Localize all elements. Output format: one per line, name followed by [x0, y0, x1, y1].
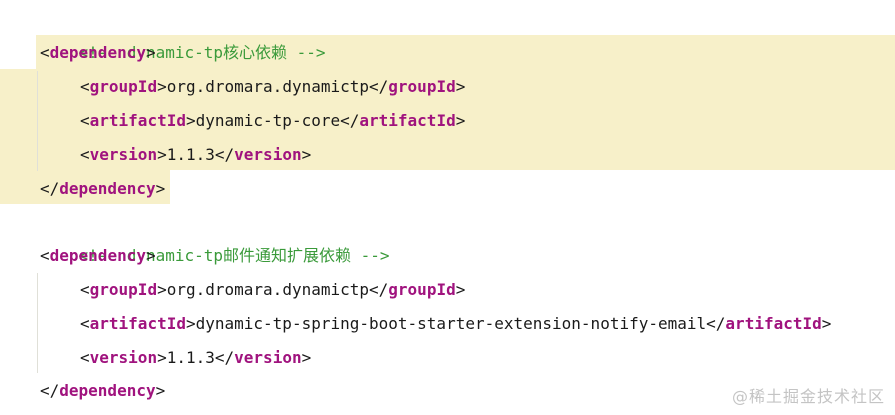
tag-name: groupId	[388, 280, 456, 299]
tag-name: artifactId	[89, 314, 186, 333]
tag-name: artifactId	[359, 111, 456, 130]
tag-bracket: >	[455, 111, 466, 130]
code-line-dependency-close: </dependency>	[40, 374, 165, 408]
code-line-version: <version>1.1.3</version>	[80, 138, 311, 172]
tag-value: dynamic-tp-core	[195, 111, 341, 130]
code-line-groupid: <groupId>org.dromara.dynamictp</groupId>	[80, 273, 465, 307]
tag-name: artifactId	[725, 314, 822, 333]
tag-bracket: </	[214, 145, 235, 164]
tag-name: groupId	[89, 280, 158, 299]
tag-bracket: <	[80, 314, 90, 333]
tag-name: version	[89, 145, 158, 164]
watermark-text: @稀土掘金技术社区	[731, 387, 885, 406]
code-line-artifactid: <artifactId>dynamic-tp-core</artifactId>	[80, 104, 465, 138]
highlight-notch	[0, 35, 36, 69]
tag-bracket: >	[155, 381, 166, 400]
tag-value: 1.1.3	[166, 348, 215, 367]
tag-bracket: >	[145, 43, 156, 62]
tag-bracket: <	[80, 145, 90, 164]
tag-bracket: <	[40, 43, 50, 62]
tag-name: dependency	[59, 179, 156, 198]
tag-value: 1.1.3	[166, 145, 215, 164]
tag-bracket: <	[80, 111, 90, 130]
tag-bracket: >	[157, 145, 167, 164]
tag-bracket: >	[157, 348, 167, 367]
tag-name: version	[89, 348, 158, 367]
tag-value: dynamic-tp-spring-boot-starter-extension…	[195, 314, 707, 333]
code-line-dependency-open: <dependency>	[40, 239, 156, 273]
tag-bracket: <	[80, 348, 90, 367]
code-line-dependency-open: <dependency>	[40, 36, 156, 70]
tag-bracket: >	[301, 145, 312, 164]
tag-value: org.dromara.dynamictp	[166, 280, 370, 299]
indent-guide	[37, 71, 38, 171]
code-line-groupid: <groupId>org.dromara.dynamictp</groupId>	[80, 70, 465, 104]
code-line-dependency-close: </dependency>	[40, 172, 165, 206]
tag-name: version	[234, 348, 302, 367]
tag-bracket: </	[340, 111, 360, 130]
tag-bracket: >	[301, 348, 312, 367]
tag-bracket: <	[40, 246, 50, 265]
tag-bracket: >	[455, 77, 466, 96]
tag-name: version	[234, 145, 302, 164]
tag-bracket: </	[40, 381, 60, 400]
tag-bracket: <	[80, 280, 90, 299]
tag-bracket: >	[155, 179, 166, 198]
code-line-comment: <!-- dynamic-tp核心依赖 -->	[40, 2, 326, 62]
tag-value: org.dromara.dynamictp	[166, 77, 370, 96]
tag-bracket: </	[706, 314, 726, 333]
code-line-comment: <!-- dynamic-tp邮件通知扩展依赖 -->	[40, 205, 390, 265]
tag-bracket: >	[157, 280, 167, 299]
tag-bracket: </	[214, 348, 235, 367]
tag-name: dependency	[49, 246, 146, 265]
tag-bracket: >	[455, 280, 466, 299]
tag-bracket: >	[157, 77, 167, 96]
tag-name: groupId	[388, 77, 456, 96]
tag-name: groupId	[89, 77, 158, 96]
tag-bracket: >	[821, 314, 832, 333]
tag-name: dependency	[59, 381, 156, 400]
tag-bracket: </	[369, 77, 389, 96]
tag-bracket: </	[40, 179, 60, 198]
code-line-artifactid: <artifactId>dynamic-tp-spring-boot-start…	[80, 307, 831, 341]
tag-bracket: >	[145, 246, 156, 265]
indent-guide	[37, 273, 38, 373]
tag-bracket: >	[185, 314, 196, 333]
tag-name: dependency	[49, 43, 146, 62]
tag-bracket: <	[80, 77, 90, 96]
tag-bracket: </	[369, 280, 389, 299]
tag-name: artifactId	[89, 111, 186, 130]
code-line-version: <version>1.1.3</version>	[80, 341, 311, 375]
tag-bracket: >	[185, 111, 196, 130]
